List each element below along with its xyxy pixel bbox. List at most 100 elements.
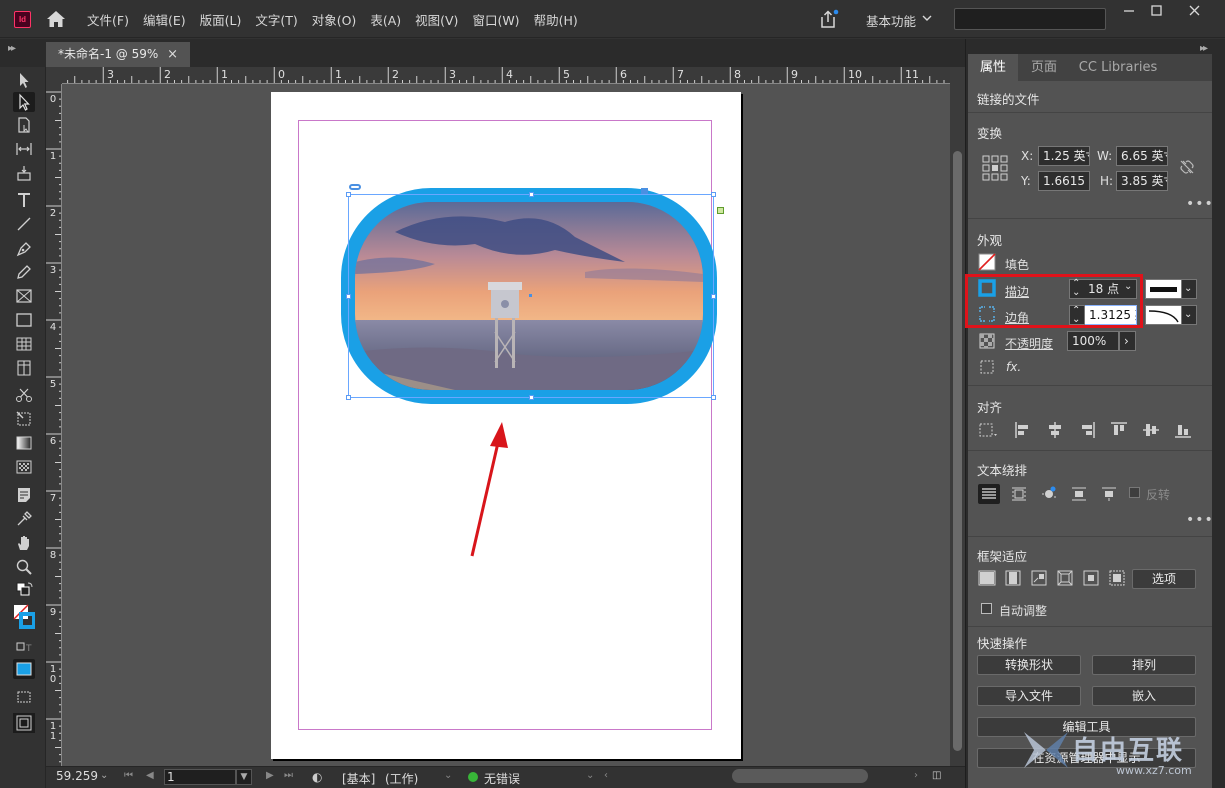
auto-fit-checkbox[interactable] xyxy=(981,603,992,614)
handle-middle-right[interactable] xyxy=(711,294,716,299)
menu-window[interactable]: 窗口(W) xyxy=(465,10,526,29)
split-layout-icon[interactable]: ◫ xyxy=(932,770,941,781)
convert-shape-button[interactable]: 转换形状 xyxy=(977,655,1081,675)
menu-object[interactable]: 对象(O) xyxy=(305,10,364,29)
opacity-label[interactable]: 不透明度 xyxy=(1005,335,1053,352)
document-tab[interactable]: *未命名-1 @ 59% × xyxy=(46,42,190,67)
grid-tool-icon[interactable] xyxy=(13,334,35,354)
constrain-proportions-icon[interactable] xyxy=(1178,158,1196,176)
menu-table[interactable]: 表(A) xyxy=(363,10,408,29)
close-tab-icon[interactable]: × xyxy=(167,42,178,67)
wrap-bounding-box-icon[interactable] xyxy=(1010,485,1028,503)
hand-tool-icon[interactable] xyxy=(13,533,35,553)
effects-frame-icon[interactable] xyxy=(978,358,996,376)
wrap-object-shape-icon[interactable] xyxy=(1040,485,1058,503)
menu-type[interactable]: 文字(T) xyxy=(248,10,304,29)
handle-top-right[interactable] xyxy=(711,192,716,197)
opacity-field[interactable]: 100% xyxy=(1067,331,1119,351)
collapse-panels-icon[interactable]: ▸▸ xyxy=(1200,43,1208,54)
scissors-tool-icon[interactable] xyxy=(13,385,35,405)
pen-tool-icon[interactable] xyxy=(13,239,35,259)
arrange-button[interactable]: 排列 xyxy=(1092,655,1196,675)
menu-layout[interactable]: 版面(L) xyxy=(193,10,249,29)
vertical-scrollbar[interactable] xyxy=(950,67,965,766)
wrap-jump-object-icon[interactable] xyxy=(1070,485,1088,503)
align-vertical-center-icon[interactable] xyxy=(1142,421,1160,439)
align-right-icon[interactable] xyxy=(1078,421,1096,439)
handle-bottom-middle[interactable] xyxy=(529,395,534,400)
workspace-switcher[interactable]: 基本功能 xyxy=(866,11,916,30)
wrap-none-button[interactable] xyxy=(978,484,1000,504)
rectangle-tool-icon[interactable] xyxy=(13,310,35,330)
table-tool-icon[interactable] xyxy=(13,358,35,378)
scroll-right-icon[interactable]: › xyxy=(914,770,918,781)
menu-help[interactable]: 帮助(H) xyxy=(527,10,585,29)
stroke-type-swatch[interactable] xyxy=(1145,279,1182,299)
fitting-options-button[interactable]: 选项 xyxy=(1132,569,1196,589)
tab-cc-libraries[interactable]: CC Libraries xyxy=(1070,54,1166,81)
share-icon[interactable] xyxy=(818,9,840,29)
gap-tool-icon[interactable] xyxy=(13,139,35,159)
stroke-type-dropdown-icon[interactable]: ⌄ xyxy=(1181,279,1197,299)
more-wrap-options-icon[interactable]: ••• xyxy=(1186,512,1214,528)
type-tool-icon[interactable] xyxy=(13,190,35,210)
preview-mode-icon[interactable] xyxy=(13,713,35,733)
selection-bounding-box[interactable] xyxy=(346,184,724,400)
reference-point-icon[interactable] xyxy=(982,155,1008,181)
align-bottom-icon[interactable] xyxy=(1174,421,1192,439)
pencil-tool-icon[interactable] xyxy=(13,262,35,282)
chevron-down-icon[interactable] xyxy=(922,13,932,23)
selection-tool-icon[interactable] xyxy=(13,70,35,90)
align-left-icon[interactable] xyxy=(1014,421,1032,439)
fit-content-proportionally-icon[interactable] xyxy=(1004,569,1022,587)
zoom-dropdown-icon[interactable]: ⌄ xyxy=(100,770,108,781)
close-button[interactable] xyxy=(1180,2,1210,20)
gradient-tool-icon[interactable] xyxy=(13,433,35,453)
live-corners-handle[interactable] xyxy=(717,207,724,214)
menu-file[interactable]: 文件(F) xyxy=(80,10,136,29)
corner-shape-swatch[interactable] xyxy=(1145,305,1182,325)
collapse-toolbox-icon[interactable]: ▸▸ xyxy=(8,43,16,54)
previous-page-icon[interactable]: ◀ xyxy=(146,770,154,781)
tab-properties[interactable]: 属性 xyxy=(968,54,1018,81)
note-tool-icon[interactable] xyxy=(13,485,35,505)
center-content-icon[interactable] xyxy=(1082,569,1100,587)
invert-checkbox[interactable] xyxy=(1129,487,1140,498)
search-input[interactable] xyxy=(954,8,1106,30)
zoom-level-field[interactable]: 59.259 xyxy=(56,769,104,785)
more-transform-options-icon[interactable]: ••• xyxy=(1186,196,1214,212)
rectangle-frame-tool-icon[interactable] xyxy=(13,286,35,306)
handle-bottom-left[interactable] xyxy=(346,395,351,400)
preflight-dropdown-icon[interactable]: ⌄ xyxy=(586,770,594,781)
fit-content-to-frame-icon[interactable] xyxy=(1056,569,1074,587)
home-icon[interactable] xyxy=(46,10,66,28)
w-field[interactable]: 6.65 英寸 xyxy=(1116,146,1168,166)
ruler-origin[interactable] xyxy=(46,67,62,84)
zoom-tool-icon[interactable] xyxy=(13,557,35,577)
maximize-button[interactable] xyxy=(1142,2,1172,20)
fill-none-swatch-icon[interactable] xyxy=(978,253,996,271)
link-icon[interactable] xyxy=(349,184,361,190)
next-page-icon[interactable]: ▶ xyxy=(266,770,274,781)
handle-bottom-right[interactable] xyxy=(711,395,716,400)
effects-fx-icon[interactable]: fx. xyxy=(1006,360,1021,374)
embed-button[interactable]: 嵌入 xyxy=(1092,686,1196,706)
handle-middle-left[interactable] xyxy=(346,294,351,299)
free-transform-tool-icon[interactable] xyxy=(13,409,35,429)
vertical-ruler[interactable]: 0 1 2 3 4 5 6 7 8 9 1 0 1 1 xyxy=(46,84,62,766)
menu-edit[interactable]: 编辑(E) xyxy=(136,10,193,29)
h-field[interactable]: 3.85 英寸 xyxy=(1116,171,1168,191)
fill-frame-proportionally-icon[interactable] xyxy=(978,569,996,587)
align-horizontal-center-icon[interactable] xyxy=(1046,421,1064,439)
eyedropper-tool-icon[interactable] xyxy=(13,509,35,529)
align-top-icon[interactable] xyxy=(1110,421,1128,439)
content-aware-fit-icon[interactable] xyxy=(1108,569,1126,587)
page-dropdown-icon[interactable]: ▼ xyxy=(236,769,252,785)
page-number-field[interactable]: 1 xyxy=(164,769,236,785)
horizontal-scrollbar-thumb[interactable] xyxy=(732,769,868,783)
preflight-menu-icon[interactable]: ⌄ xyxy=(444,770,452,781)
menu-view[interactable]: 视图(V) xyxy=(408,10,465,29)
formatting-affects-container-icon[interactable]: T xyxy=(13,637,35,657)
corner-option-handle[interactable] xyxy=(641,188,648,194)
align-to-selection-icon[interactable] xyxy=(978,421,1000,439)
